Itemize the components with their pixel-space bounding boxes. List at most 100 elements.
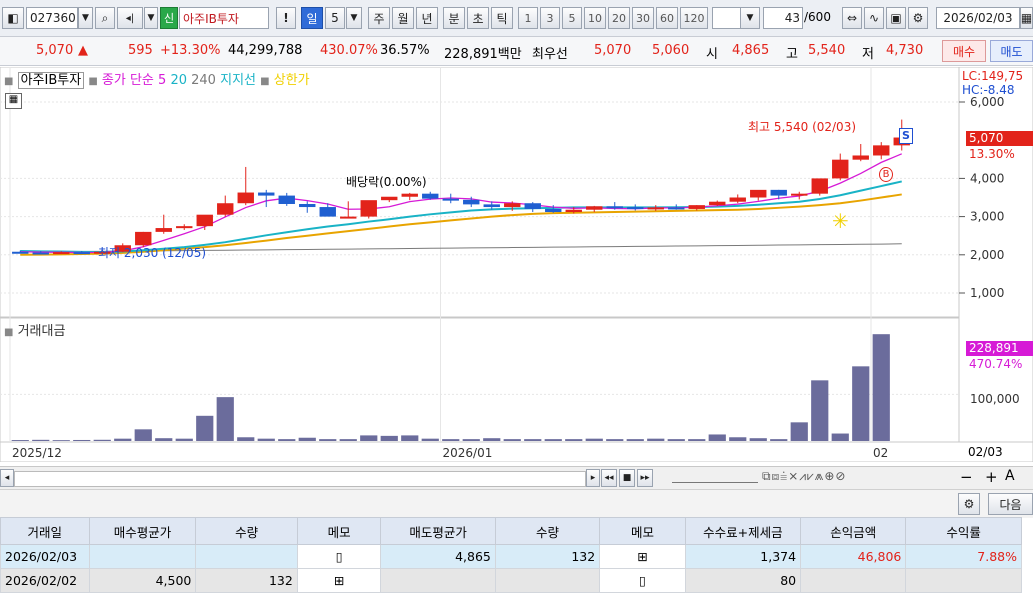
- indicator-icon[interactable]: ∿: [864, 7, 884, 29]
- sell-button[interactable]: 매도: [990, 40, 1033, 62]
- custom-interval-dropdown-icon[interactable]: ▼: [740, 7, 760, 29]
- period-second-button[interactable]: 초: [467, 7, 489, 29]
- count-total: /600: [804, 10, 831, 24]
- table-row[interactable]: 2026/02/03 ▯ 4,865 132 ⊞ 1,374 46,806 7.…: [0, 544, 1022, 569]
- drawing-tools-icon[interactable]: ⧉⧈⩧⨯⩘⩗⩕⊕⊘: [762, 469, 846, 484]
- compare-icon[interactable]: ⇔: [842, 7, 862, 29]
- period-week-button[interactable]: 주: [368, 7, 390, 29]
- interval-1-button[interactable]: 1: [518, 7, 538, 29]
- legend-ma240[interactable]: 240: [191, 73, 216, 88]
- legend-ma5[interactable]: 종가 단순 5: [102, 73, 166, 88]
- legend-stock-name[interactable]: 아주IB투자: [17, 72, 85, 89]
- volume-bar: [749, 438, 767, 441]
- interval-3-button[interactable]: 3: [540, 7, 560, 29]
- next-button[interactable]: 다음: [988, 493, 1033, 515]
- table-row[interactable]: 2026/02/02 4,500 132 ⊞ ▯ 80: [0, 568, 1022, 593]
- zoom-slider[interactable]: [672, 472, 758, 483]
- return-rate: [905, 568, 1022, 593]
- chart-area[interactable]: 2025/12 2026/01 02 6,000 4,000 3,000 2,000 1,0…: [0, 67, 1033, 462]
- high-label: 고: [786, 47, 798, 62]
- period-tick-button[interactable]: 틱: [491, 7, 513, 29]
- current-price: 5,070: [36, 43, 74, 58]
- return-rate: 7.88%: [905, 544, 1022, 569]
- interval-10-button[interactable]: 10: [584, 7, 606, 29]
- candle-body: [278, 195, 295, 204]
- sell-signal-marker[interactable]: S: [899, 128, 913, 144]
- volume-bar: [155, 438, 173, 441]
- save-icon[interactable]: ▣: [886, 7, 906, 29]
- period-n-dropdown-icon[interactable]: ▼: [346, 7, 362, 29]
- volume-bar: [852, 366, 870, 441]
- open-label: 시: [706, 47, 718, 62]
- search-icon[interactable]: ⌕: [95, 7, 115, 29]
- volume-bar: [667, 439, 685, 441]
- sell-qty: [494, 568, 601, 593]
- period-month-button[interactable]: 월: [392, 7, 414, 29]
- legend-square-icon: ■: [260, 76, 270, 87]
- buy-button[interactable]: 매수: [942, 40, 986, 62]
- volume-bar: [32, 439, 50, 441]
- interval-20-button[interactable]: 20: [608, 7, 630, 29]
- scrollbar-track[interactable]: [14, 471, 586, 487]
- trade-date: 2026/02/03: [0, 544, 90, 569]
- price-change-pct: +13.30%: [160, 43, 221, 58]
- period-year-button[interactable]: 년: [416, 7, 438, 29]
- col-header: 손익금액: [800, 517, 907, 545]
- dividend-annotation: 배당락(0.00%): [346, 175, 427, 189]
- text-tool-icon[interactable]: A: [1005, 468, 1015, 484]
- volume-bar: [237, 437, 255, 441]
- interval-30-button[interactable]: 30: [632, 7, 654, 29]
- legend-upper-limit[interactable]: 상한가: [274, 73, 310, 88]
- buy-signal-marker[interactable]: B: [879, 167, 893, 182]
- col-header: 수수료+제세금: [684, 517, 802, 545]
- window-menu-icon[interactable]: ◧: [2, 7, 24, 29]
- candle-body: [155, 228, 172, 232]
- stock-code-input[interactable]: 027360: [26, 7, 78, 29]
- buy-memo-icon[interactable]: ▯: [296, 544, 382, 569]
- buy-avg-price: [88, 544, 197, 569]
- prev-next-icon[interactable]: ◂|: [117, 7, 143, 29]
- legend-support[interactable]: 지지선: [220, 73, 256, 88]
- alert-button[interactable]: !: [276, 7, 296, 29]
- sell-memo-icon[interactable]: ▯: [599, 568, 686, 593]
- legend-square-icon: ■: [88, 76, 98, 87]
- scroll-right-icon[interactable]: ▸: [586, 469, 600, 487]
- volume-bar: [380, 435, 398, 441]
- table-toggle-icon[interactable]: ▦: [5, 93, 22, 109]
- gear-icon[interactable]: ⚙: [958, 493, 980, 515]
- buy-memo-icon[interactable]: ⊞: [296, 568, 382, 593]
- gear-icon[interactable]: ⚙: [908, 7, 928, 29]
- zoom-in-icon[interactable]: +: [985, 468, 998, 486]
- count-input[interactable]: 43: [763, 7, 803, 29]
- volume-bar: [11, 440, 29, 441]
- stock-chart-svg[interactable]: 2025/12 2026/01 02 6,000 4,000 3,000 2,000 1,0…: [0, 67, 1033, 462]
- forward-icon[interactable]: ▸▸: [637, 469, 653, 487]
- period-day-button[interactable]: 일: [301, 7, 323, 29]
- volume-bar: [585, 438, 603, 441]
- turnover-rate: 36.57%: [380, 43, 430, 58]
- sell-memo-icon[interactable]: ⊞: [599, 544, 686, 569]
- legend-ma20[interactable]: 20: [170, 73, 187, 88]
- period-n-input[interactable]: 5: [325, 7, 345, 29]
- volume-bar: [770, 439, 788, 441]
- interval-60-button[interactable]: 60: [656, 7, 678, 29]
- volume-bar: [831, 433, 849, 441]
- candle-body: [586, 206, 603, 210]
- sell-qty: 132: [494, 544, 601, 569]
- code-dropdown-icon[interactable]: ▼: [78, 7, 93, 29]
- interval-120-button[interactable]: 120: [680, 7, 708, 29]
- volume-bar: [729, 437, 747, 441]
- period-minute-button[interactable]: 분: [443, 7, 465, 29]
- stock-name-field[interactable]: 아주IB투자: [179, 7, 269, 29]
- history-dropdown-icon[interactable]: ▼: [144, 7, 158, 29]
- rewind-icon[interactable]: ◂◂: [601, 469, 617, 487]
- volume-legend: ■ 거래대금: [4, 320, 65, 339]
- interval-5-button[interactable]: 5: [562, 7, 582, 29]
- stop-icon[interactable]: ■: [619, 469, 635, 487]
- candle-body: [729, 197, 746, 202]
- volume-bar: [872, 334, 890, 441]
- zoom-out-icon[interactable]: −: [960, 468, 973, 486]
- calendar-icon[interactable]: ▦: [1020, 7, 1033, 29]
- date-input[interactable]: 2026/02/03: [936, 7, 1020, 29]
- scroll-left-icon[interactable]: ◂: [0, 469, 14, 487]
